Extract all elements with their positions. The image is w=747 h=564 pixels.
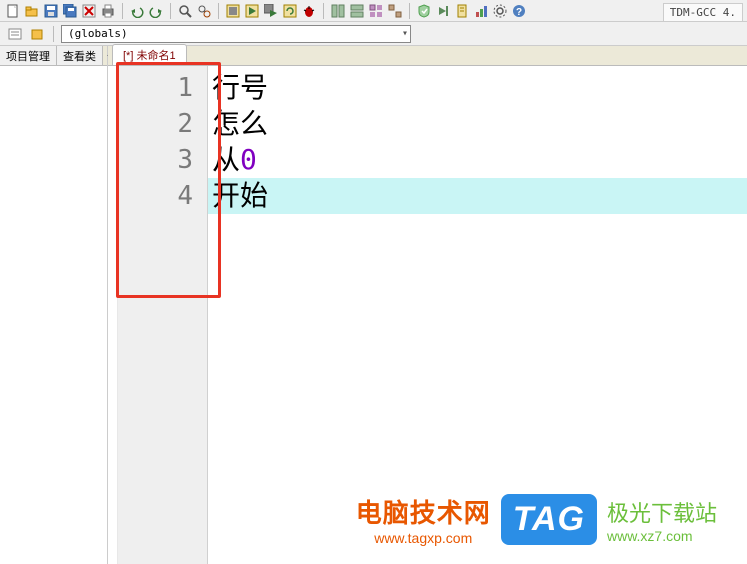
file-tab-untitled[interactable]: [*] 未命名1: [112, 44, 187, 65]
line-number: 2: [118, 106, 193, 142]
open-icon[interactable]: [23, 2, 41, 20]
compile-icon[interactable]: [224, 2, 242, 20]
bookmark-icon[interactable]: [453, 2, 471, 20]
replace-icon[interactable]: [195, 2, 213, 20]
line-number: 1: [118, 70, 193, 106]
gear-icon[interactable]: [491, 2, 509, 20]
save-icon[interactable]: [42, 2, 60, 20]
svg-text:?: ?: [516, 7, 522, 18]
editor-area: [*] 未命名1 1 2 3 4 行号 怎么 从0 开始: [108, 46, 747, 564]
help-icon[interactable]: ?: [510, 2, 528, 20]
sidebar-body: [0, 66, 107, 564]
goto-icon[interactable]: [434, 2, 452, 20]
layout2-icon[interactable]: [348, 2, 366, 20]
tab-bar: [*] 未命名1: [108, 46, 747, 66]
side-tab-project[interactable]: 项目管理: [0, 46, 57, 65]
code-text: 从: [212, 143, 240, 176]
code-line[interactable]: 行号: [208, 70, 747, 106]
toolbar-group-search: [176, 2, 213, 20]
folders-icon[interactable]: [28, 25, 46, 43]
code-line-current[interactable]: 开始: [208, 178, 747, 214]
main-toolbar: ? TDM-GCC 4.: [0, 0, 747, 22]
compiler-label: TDM-GCC 4.: [663, 3, 743, 22]
symbol-bar: (globals) ▾: [0, 22, 747, 46]
rebuild-icon[interactable]: [281, 2, 299, 20]
debug-icon[interactable]: [300, 2, 318, 20]
code-content[interactable]: 行号 怎么 从0 开始: [208, 66, 747, 564]
shield-icon[interactable]: [415, 2, 433, 20]
toolbar-group-file: [4, 2, 117, 20]
body: 项目管理 查看类 ◂▸ [*] 未命名1 1 2 3 4 行号 怎么 从0 开始: [0, 46, 747, 564]
print-icon[interactable]: [99, 2, 117, 20]
side-tab-classview[interactable]: 查看类: [57, 46, 103, 65]
layout3-icon[interactable]: [367, 2, 385, 20]
line-number: 3: [118, 142, 193, 178]
toolbar-group-compile: [224, 2, 318, 20]
close-icon[interactable]: [80, 2, 98, 20]
chevron-down-icon: ▾: [402, 28, 408, 39]
saveall-icon[interactable]: [61, 2, 79, 20]
list-icon[interactable]: [6, 25, 24, 43]
code-line[interactable]: 怎么: [208, 106, 747, 142]
side-tabs: 项目管理 查看类 ◂▸: [0, 46, 107, 66]
toolbar-group-misc: ?: [415, 2, 528, 20]
toolbar-group-layout: [329, 2, 404, 20]
line-number-gutter: 1 2 3 4: [118, 66, 208, 564]
layout4-icon[interactable]: [386, 2, 404, 20]
chart-icon[interactable]: [472, 2, 490, 20]
code-number: 0: [240, 143, 257, 176]
run-icon[interactable]: [243, 2, 261, 20]
layout1-icon[interactable]: [329, 2, 347, 20]
compile-run-icon[interactable]: [262, 2, 280, 20]
toolbar-group-edit: [128, 2, 165, 20]
globals-combo-text: (globals): [68, 27, 128, 40]
redo-icon[interactable]: [147, 2, 165, 20]
undo-icon[interactable]: [128, 2, 146, 20]
code-editor[interactable]: 1 2 3 4 行号 怎么 从0 开始: [108, 66, 747, 564]
code-line[interactable]: 从0: [208, 142, 747, 178]
fold-margin: [108, 66, 118, 564]
sidebar: 项目管理 查看类 ◂▸: [0, 46, 108, 564]
line-number: 4: [118, 178, 193, 214]
find-icon[interactable]: [176, 2, 194, 20]
globals-combo[interactable]: (globals) ▾: [61, 25, 411, 43]
new-icon[interactable]: [4, 2, 22, 20]
